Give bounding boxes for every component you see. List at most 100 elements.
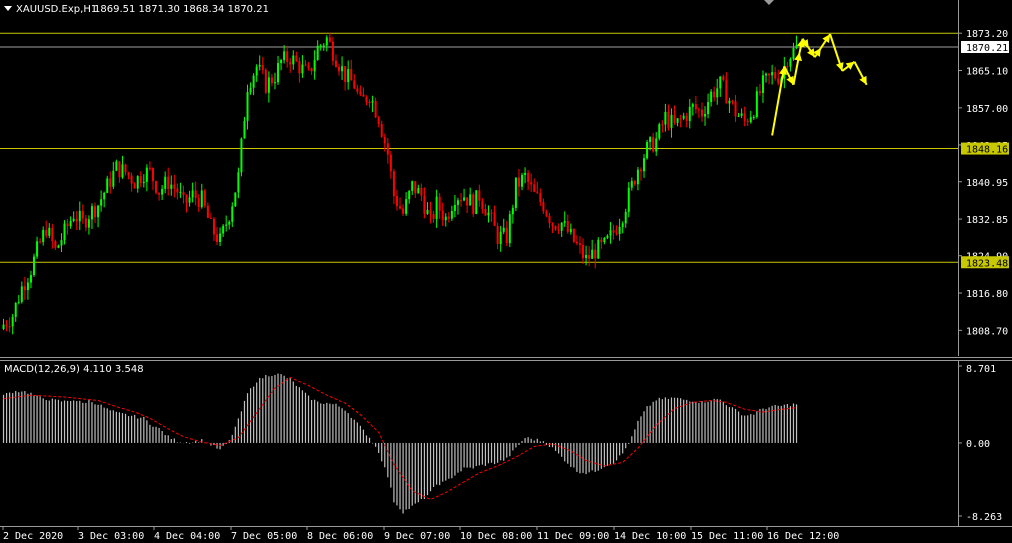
time-tick-label: 4 Dec 04:00 [154,531,220,542]
macd-tick-label: 8.701 [966,364,996,375]
candle-body [438,196,441,211]
candle-body [75,218,78,222]
candle-body [728,100,731,104]
candle-body [661,124,664,126]
candle-body [36,241,39,257]
forecast-arrows [771,33,868,136]
candle-body [527,172,530,182]
candle-body [517,177,520,187]
candle-body [164,176,167,189]
candle-body [697,109,700,111]
candle-body [63,223,66,241]
candle-body [2,324,5,329]
candle-body [761,75,764,93]
candle-body [572,228,575,242]
candle-body [194,190,197,198]
candle-body [23,286,26,291]
candle-body [752,116,755,118]
candle-body [487,212,490,216]
forecast-arrowhead [794,52,803,62]
candle-body [304,64,307,66]
ohlc-readout: 1869.51 1871.30 1868.34 1870.21 [94,4,269,15]
candle-body [292,55,295,65]
candle-body [148,167,151,169]
candle-body [472,194,475,214]
macd-tick-label: 0.00 [966,439,990,450]
candle-body [716,88,719,98]
candle-body [261,65,264,71]
candle-body [206,205,209,218]
candle-body [499,231,502,244]
candle-body [585,254,588,259]
candle-body [17,301,20,303]
candle-body [334,60,337,67]
candle-body [173,184,176,189]
candle-body [429,209,432,214]
candle-body [316,45,319,61]
candle-body [484,208,487,216]
candle-body [667,111,670,128]
candle-body [511,207,514,215]
candle-body [402,208,405,214]
candle-body [435,196,438,220]
candle-body [466,197,469,206]
candle-body [460,200,463,202]
candle-body [353,80,356,89]
candle-body [624,211,627,224]
macd-pane[interactable]: 8.701 0.00 -8.263 MACD(12,26,9) 4.110 3.54… [2,361,1003,526]
candle-body [389,154,392,172]
candle-body [234,192,237,207]
candle-body [597,239,600,259]
time-tick-label: 10 Dec 08:00 [460,531,532,542]
collapse-triangle-icon[interactable] [4,6,12,11]
candle-body [630,181,633,188]
price-tick-label: 1857.00 [966,104,1008,115]
candle-body [264,70,267,93]
price-tick-label: 1873.20 [966,29,1008,40]
candle-body [350,69,353,81]
candle-body [185,195,188,203]
shift-marker-icon[interactable] [764,0,774,5]
candle-body [39,241,42,243]
macd-axis-ticks: 8.701 0.00 -8.263 [958,364,1002,523]
candle-body [374,101,377,118]
candle-body [295,55,298,62]
candle-body [652,137,655,152]
candle-body [627,187,630,212]
candle-body [267,77,270,93]
candle-body [240,138,243,173]
time-tick-label: 14 Dec 10:00 [614,531,686,542]
candle-body [685,115,688,121]
price-pane[interactable]: 1873.201865.101857.001848.951840.951832.… [0,0,1009,356]
candle-body [136,176,139,189]
candle-body [639,169,642,172]
candle-body [530,181,533,185]
candle-body [405,199,408,214]
candle-body [14,302,17,317]
candle-body [670,114,673,128]
candle-body [673,114,676,123]
candle-body [618,227,621,234]
candle-body [749,117,752,123]
candle-body [69,220,72,227]
time-tick-label: 8 Dec 06:00 [307,531,373,542]
candle-body [78,210,81,222]
chart-window[interactable]: 1873.201865.101857.001848.951840.951832.… [0,0,1012,543]
candle-body [212,218,215,235]
candle-body [142,181,145,183]
candle-body [118,161,121,178]
candle-body [249,87,252,93]
candle-body [682,115,685,119]
time-axis-ticks: 2 Dec 2020 3 Dec 03:00 4 Dec 04:00 7 Dec 05… [2,526,839,542]
candle-body [566,221,569,233]
candle-body [463,197,466,201]
candle-body [51,227,54,241]
candle-body [746,120,749,123]
candles [2,32,798,335]
price-axis-ticks: 1873.201865.101857.001848.951840.951832.… [958,29,1008,337]
horizontal-levels [0,32,958,263]
level-tag-label: 1823.48 [966,258,1008,269]
candle-body [792,47,795,59]
macd-tick-label: -8.263 [966,512,1002,523]
candle-body [280,60,283,64]
